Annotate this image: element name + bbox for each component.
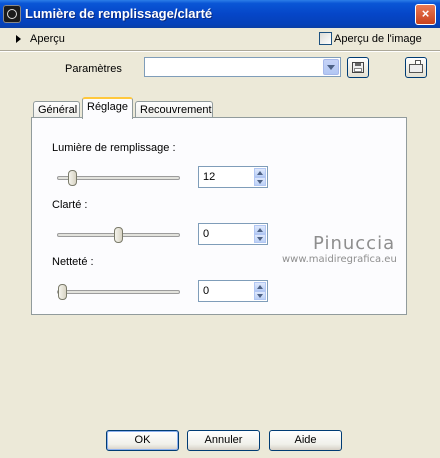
load-preset-icon [409, 60, 423, 73]
clarity-slider-thumb[interactable] [114, 227, 123, 243]
sharpness-slider-track[interactable] [57, 290, 180, 294]
preview-image-checkbox[interactable] [319, 32, 332, 45]
close-icon: × [421, 6, 430, 21]
ok-button[interactable]: OK [106, 430, 179, 451]
sharpness-slider-thumb[interactable] [58, 284, 67, 300]
fill-light-decrement-button[interactable] [254, 177, 266, 186]
preview-toggle-label[interactable]: Aperçu [30, 33, 65, 45]
window-title: Lumière de remplissage/clarté [25, 6, 213, 21]
separator [0, 50, 440, 52]
fill-light-slider-thumb[interactable] [68, 170, 77, 186]
clarity-increment-button[interactable] [254, 225, 266, 234]
save-icon [352, 62, 364, 73]
watermark-url: www.maidiregrafica.eu [282, 254, 397, 265]
presets-dropdown[interactable] [144, 57, 341, 77]
sharpness-increment-button[interactable] [254, 282, 266, 291]
caret-right-icon[interactable] [16, 35, 21, 43]
save-preset-button[interactable] [347, 57, 369, 78]
watermark-name: Pinuccia [313, 233, 396, 254]
fill-light-increment-button[interactable] [254, 168, 266, 177]
app-icon [3, 5, 21, 23]
presets-label: Paramètres [65, 63, 122, 75]
sharpness-decrement-button[interactable] [254, 291, 266, 300]
tab-reglage[interactable]: Réglage [82, 97, 133, 119]
clarity-value[interactable]: 0 [203, 228, 209, 240]
title-bar: Lumière de remplissage/clarté × [0, 0, 440, 28]
clarity-label: Clarté : [52, 199, 88, 211]
clarity-spinbox[interactable]: 0 [198, 223, 268, 245]
fill-light-spinbox[interactable]: 12 [198, 166, 268, 188]
sharpness-label: Netteté : [52, 256, 94, 268]
sharpness-spinbox[interactable]: 0 [198, 280, 268, 302]
chevron-down-icon[interactable] [323, 59, 339, 75]
fill-light-value[interactable]: 12 [203, 171, 215, 183]
preview-row: Aperçu Aperçu de l'image [0, 30, 440, 50]
sharpness-value[interactable]: 0 [203, 285, 209, 297]
close-button[interactable]: × [415, 4, 436, 25]
preview-image-label[interactable]: Aperçu de l'image [334, 33, 422, 45]
fill-light-label: Lumière de remplissage : [52, 142, 176, 154]
help-button[interactable]: Aide [269, 430, 342, 451]
cancel-button[interactable]: Annuler [187, 430, 260, 451]
load-preset-button[interactable] [405, 57, 427, 78]
clarity-decrement-button[interactable] [254, 234, 266, 243]
